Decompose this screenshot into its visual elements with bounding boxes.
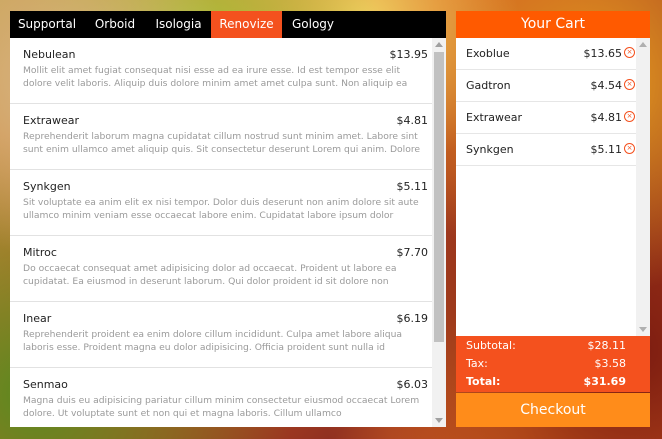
- product-description: Magna duis eu adipisicing pariatur cillu…: [23, 395, 420, 419]
- product-name: Senmao: [23, 378, 68, 391]
- cart-title: Your Cart: [456, 11, 650, 38]
- cart-item: Extrawear $4.81 ×: [456, 102, 636, 134]
- cart-scrollbar[interactable]: [636, 38, 650, 336]
- cart-item-price: $4.81: [590, 111, 623, 124]
- product-item[interactable]: Mitroc $7.70 Do occaecat consequat amet …: [10, 236, 432, 302]
- cart-item-name: Extrawear: [466, 111, 523, 124]
- cart-totals: Subtotal: $28.11 Tax: $3.58 Total: $31.6…: [456, 336, 650, 392]
- scroll-up-icon[interactable]: [435, 42, 443, 47]
- cart-item: Synkgen $5.11 ×: [456, 134, 636, 166]
- cart-item-name: Exoblue: [466, 47, 510, 60]
- product-description: Sit voluptate ea anim elit ex nisi tempo…: [23, 197, 419, 221]
- remove-icon[interactable]: ×: [624, 143, 635, 154]
- product-price: $5.11: [396, 180, 429, 193]
- subtotal-value: $28.11: [587, 339, 627, 352]
- product-item[interactable]: Senmao $6.03 Magna duis eu adipisicing p…: [10, 368, 432, 427]
- product-price: $6.03: [396, 378, 429, 391]
- tab-supportal[interactable]: Supportal: [10, 11, 84, 38]
- product-description: Reprehenderit laborum magna cupidatat ci…: [23, 131, 421, 155]
- cart-item-name: Gadtron: [466, 79, 511, 92]
- product-list: Nebulean $13.95 Mollit elit amet fugiat …: [10, 38, 432, 427]
- tax-value: $3.58: [594, 357, 627, 370]
- tax-label: Tax:: [466, 357, 488, 370]
- tax-row: Tax: $3.58: [456, 355, 650, 373]
- tab-renovize[interactable]: Renovize: [211, 11, 282, 38]
- product-item[interactable]: Extrawear $4.81 Reprehenderit laborum ma…: [10, 104, 432, 170]
- cart-item-name: Synkgen: [466, 143, 514, 156]
- product-price: $6.19: [396, 312, 429, 325]
- subtotal-label: Subtotal:: [466, 339, 516, 352]
- tab-orboid[interactable]: Orboid: [84, 11, 146, 38]
- cart-item-price: $5.11: [590, 143, 623, 156]
- product-price: $7.70: [396, 246, 429, 259]
- total-value: $31.69: [583, 375, 626, 388]
- cart-item-price: $13.65: [583, 47, 623, 60]
- remove-icon[interactable]: ×: [624, 79, 635, 90]
- cart-item: Exoblue $13.65 ×: [456, 38, 636, 70]
- tab-isologia[interactable]: Isologia: [146, 11, 211, 38]
- total-row: Total: $31.69: [456, 373, 650, 391]
- product-name: Mitroc: [23, 246, 57, 259]
- checkout-button[interactable]: Checkout: [456, 393, 650, 427]
- product-description: Mollit elit amet fugiat consequat nisi e…: [23, 65, 408, 89]
- tab-gology[interactable]: Gology: [282, 11, 344, 38]
- product-item[interactable]: Inear $6.19 Reprehenderit proident ea en…: [10, 302, 432, 368]
- cart-list: Exoblue $13.65 × Gadtron $4.54 × Extrawe…: [456, 38, 636, 336]
- product-name: Synkgen: [23, 180, 71, 193]
- scroll-down-icon[interactable]: [435, 418, 443, 423]
- scroll-up-icon[interactable]: [639, 42, 647, 47]
- product-price: $4.81: [396, 114, 429, 127]
- cart-panel: Your Cart Exoblue $13.65 × Gadtron $4.54…: [456, 11, 650, 427]
- remove-icon[interactable]: ×: [624, 47, 635, 58]
- cart-item: Gadtron $4.54 ×: [456, 70, 636, 102]
- product-panel: Supportal Orboid Isologia Renovize Golog…: [10, 11, 446, 427]
- total-label: Total:: [466, 375, 501, 388]
- product-name: Nebulean: [23, 48, 76, 61]
- product-price: $13.95: [389, 48, 429, 61]
- scroll-down-icon[interactable]: [639, 327, 647, 332]
- product-name: Inear: [23, 312, 52, 325]
- category-tabs: Supportal Orboid Isologia Renovize Golog…: [10, 11, 446, 38]
- cart-item-price: $4.54: [590, 79, 623, 92]
- product-item[interactable]: Synkgen $5.11 Sit voluptate ea anim elit…: [10, 170, 432, 236]
- scrollbar-thumb[interactable]: [434, 52, 444, 342]
- product-description: Reprehenderit proident ea enim dolore ci…: [23, 329, 403, 353]
- product-list-scrollbar[interactable]: [432, 38, 446, 427]
- product-name: Extrawear: [23, 114, 80, 127]
- cart-body: Exoblue $13.65 × Gadtron $4.54 × Extrawe…: [456, 38, 650, 336]
- product-item[interactable]: Nebulean $13.95 Mollit elit amet fugiat …: [10, 38, 432, 104]
- product-description: Do occaecat consequat amet adipisicing d…: [23, 263, 397, 287]
- remove-icon[interactable]: ×: [624, 111, 635, 122]
- subtotal-row: Subtotal: $28.11: [456, 337, 650, 355]
